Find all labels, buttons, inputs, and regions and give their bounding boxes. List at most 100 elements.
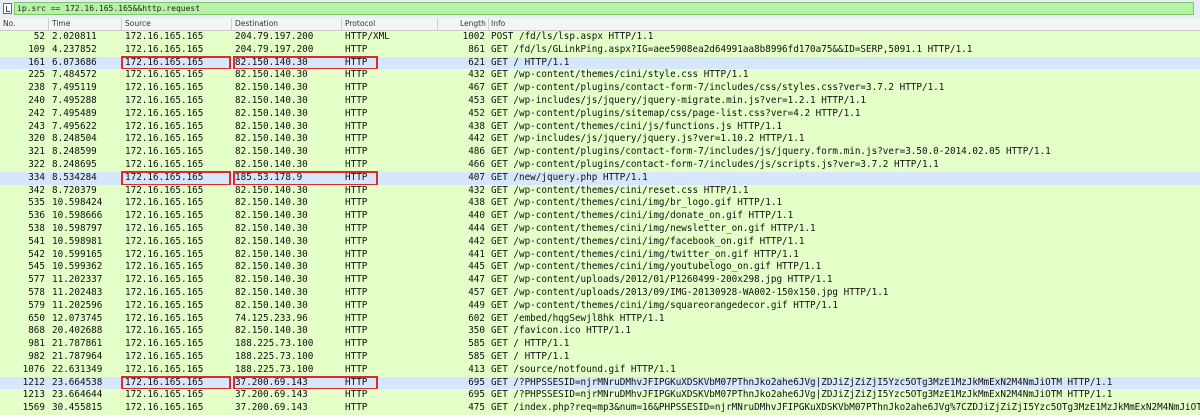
- packet-info: GET /wp-content/plugins/contact-form-7/i…: [491, 82, 945, 94]
- table-row[interactable]: 579 11.202596 172.16.165.165 82.150.140.30 H…: [0, 299, 1200, 313]
- bookmark-icon[interactable]: [3, 3, 12, 14]
- column-header-protocol[interactable]: Protocol: [345, 19, 375, 28]
- packet-info: GET /wp-content/uploads/2012/01/P1260499…: [491, 274, 833, 286]
- column-header-no[interactable]: No.: [3, 19, 15, 28]
- table-row[interactable]: 650 12.073745 172.16.165.165 74.125.233.96 H…: [0, 312, 1200, 326]
- packet-source: 172.16.165.165: [125, 197, 204, 209]
- packet-source: 172.16.165.165: [125, 82, 204, 94]
- packet-info: GET /wp-content/plugins/sitemap/css/page…: [491, 107, 861, 119]
- packet-number: 1076: [22, 363, 45, 375]
- packet-destination: 82.150.140.30: [235, 82, 308, 94]
- table-row[interactable]: 240 7.495288 172.16.165.165 82.150.140.30 HT…: [0, 95, 1200, 108]
- packet-length: 438: [468, 197, 485, 209]
- table-row[interactable]: 536 10.598666 172.16.165.165 82.150.140.30 H…: [0, 210, 1200, 223]
- packet-number: 238: [28, 82, 45, 94]
- display-filter-bar: [0, 0, 1200, 19]
- table-row[interactable]: 542 10.599165 172.16.165.165 82.150.140.30 H…: [0, 248, 1200, 262]
- packet-time: 11.202337: [52, 274, 103, 286]
- table-row[interactable]: 981 21.787861 172.16.165.165 188.225.73.100…: [0, 338, 1200, 351]
- table-row[interactable]: 320 8.248504 172.16.165.165 82.150.140.30 HT…: [0, 133, 1200, 147]
- column-divider[interactable]: [437, 18, 438, 30]
- column-header-length[interactable]: Length: [460, 19, 486, 28]
- packet-number: 320: [28, 133, 45, 145]
- packet-length: 438: [468, 120, 485, 132]
- highlight-box-destination: [233, 170, 378, 186]
- packet-number: 579: [28, 299, 45, 311]
- packet-info: GET /wp-includes/js/jquery/jquery-migrat…: [491, 95, 867, 106]
- table-row[interactable]: 578 11.202483 172.16.165.165 82.150.140.30 H…: [0, 287, 1200, 300]
- column-divider[interactable]: [121, 18, 122, 30]
- packet-info: GET /new/jquery.php HTTP/1.1: [491, 171, 648, 183]
- table-row[interactable]: 538 10.598797 172.16.165.165 82.150.140.30 H…: [0, 223, 1200, 236]
- packet-info: GET /wp-content/themes/cini/img/newslett…: [491, 223, 816, 234]
- packet-number: 240: [28, 95, 45, 106]
- table-row[interactable]: 342 8.720379 172.16.165.165 82.150.140.30 HT…: [0, 184, 1200, 198]
- table-row[interactable]: 982 21.787964 172.16.165.165 188.225.73.100…: [0, 351, 1200, 364]
- display-filter-input[interactable]: [14, 2, 1194, 15]
- packet-protocol: HTTP: [345, 133, 368, 145]
- packet-time: 8.248695: [52, 159, 97, 170]
- packet-protocol: HTTP: [345, 184, 368, 196]
- column-header-destination[interactable]: Destination: [235, 19, 278, 28]
- packet-length: 350: [468, 325, 485, 337]
- table-row[interactable]: 243 7.495622 172.16.165.165 82.150.140.30 HT…: [0, 120, 1200, 134]
- packet-length: 457: [468, 287, 485, 298]
- packet-info: GET / HTTP/1.1: [491, 351, 570, 362]
- packet-info: GET /wp-content/themes/cini/img/squareor…: [491, 299, 839, 311]
- packet-source: 172.16.165.165: [125, 261, 204, 273]
- column-divider[interactable]: [231, 18, 232, 30]
- packet-length: 442: [468, 235, 485, 247]
- table-row[interactable]: 545 10.599362 172.16.165.165 82.150.140.30 H…: [0, 261, 1200, 275]
- packet-length: 475: [468, 402, 485, 414]
- packet-length: 585: [468, 351, 485, 362]
- packet-length: 444: [468, 223, 485, 234]
- packet-time: 20.402688: [52, 325, 103, 337]
- table-row[interactable]: 238 7.495119 172.16.165.165 82.150.140.30 HT…: [0, 82, 1200, 95]
- packet-length: 861: [468, 43, 485, 55]
- packet-protocol: HTTP: [345, 261, 368, 273]
- table-row[interactable]: 52 2.020811 172.16.165.165 204.79.197.200 HT…: [0, 31, 1200, 44]
- table-row[interactable]: 868 20.402688 172.16.165.165 82.150.140.30 H…: [0, 325, 1200, 339]
- table-row[interactable]: 242 7.495489 172.16.165.165 82.150.140.30 HT…: [0, 107, 1200, 121]
- packet-time: 8.534284: [52, 171, 97, 183]
- column-divider[interactable]: [341, 18, 342, 30]
- packet-protocol: HTTP: [345, 107, 368, 119]
- packet-time: 7.495622: [52, 120, 97, 132]
- packet-info: GET /fd/ls/GLinkPing.aspx?IG=aee5908ea2d…: [491, 43, 973, 55]
- packet-info: GET /?PHPSSESID=njrMNruDMhvJFIPGKuXDSKVb…: [491, 376, 1113, 388]
- packet-number: 545: [28, 261, 45, 273]
- table-row[interactable]: 321 8.248599 172.16.165.165 82.150.140.30 HT…: [0, 146, 1200, 159]
- packet-destination: 82.150.140.30: [235, 133, 308, 145]
- packet-protocol: HTTP: [345, 299, 368, 311]
- packet-time: 10.599165: [52, 248, 103, 260]
- column-divider[interactable]: [488, 18, 489, 30]
- packet-destination: 74.125.233.96: [235, 312, 308, 324]
- packet-info: GET /index.php?req=mp3&num=16&PHPSSESID=…: [491, 402, 1200, 414]
- packet-info: GET /embed/hqgSewjl8hk HTTP/1.1: [491, 312, 665, 324]
- packet-destination: 82.150.140.30: [235, 197, 308, 209]
- table-row[interactable]: 577 11.202337 172.16.165.165 82.150.140.30 H…: [0, 274, 1200, 287]
- packet-number: 243: [28, 120, 45, 132]
- table-row[interactable]: 541 10.598981 172.16.165.165 82.150.140.30 H…: [0, 235, 1200, 249]
- table-row[interactable]: 1569 30.455815 172.16.165.165 37.200.69.143…: [0, 402, 1200, 415]
- packet-destination: 82.150.140.30: [235, 287, 308, 298]
- packet-protocol: HTTP: [345, 248, 368, 260]
- packet-protocol: HTTP: [345, 95, 368, 106]
- packet-time: 8.248504: [52, 133, 97, 145]
- packet-protocol: HTTP: [345, 235, 368, 247]
- packet-length: 1002: [462, 31, 485, 42]
- packet-protocol: HTTP: [345, 402, 368, 414]
- column-header-info[interactable]: Info: [491, 19, 505, 28]
- packet-protocol: HTTP: [345, 325, 368, 337]
- packet-source: 172.16.165.165: [125, 95, 204, 106]
- table-row[interactable]: 225 7.484572 172.16.165.165 82.150.140.30 HT…: [0, 69, 1200, 83]
- packet-number: 650: [28, 312, 45, 324]
- column-header-time[interactable]: Time: [52, 19, 70, 28]
- packet-length: 449: [468, 299, 485, 311]
- column-divider[interactable]: [48, 18, 49, 30]
- column-header-source[interactable]: Source: [125, 19, 151, 28]
- table-row[interactable]: 535 10.598424 172.16.165.165 82.150.140.30 H…: [0, 197, 1200, 211]
- packet-destination: 82.150.140.30: [235, 107, 308, 119]
- packet-protocol: HTTP: [345, 312, 368, 324]
- table-row[interactable]: 1213 23.664644 172.16.165.165 37.200.69.143…: [0, 389, 1200, 403]
